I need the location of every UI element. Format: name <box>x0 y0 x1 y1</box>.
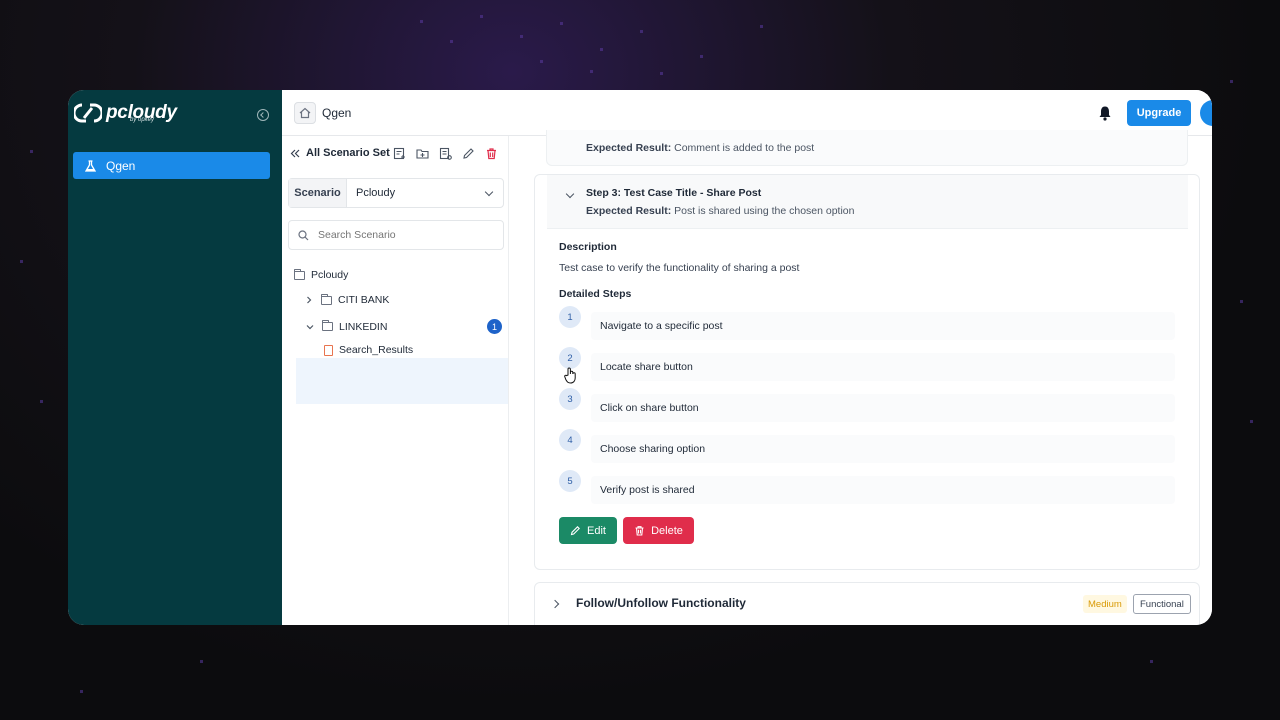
delete-button-label: Delete <box>651 524 683 537</box>
add-folder-button[interactable] <box>415 146 430 161</box>
detailed-step: 2 Locate share button <box>559 347 1175 383</box>
expected-label: Expected Result: <box>586 205 672 217</box>
count-badge: 1 <box>487 319 502 334</box>
search-scenario-box[interactable] <box>288 220 504 250</box>
folder-icon <box>322 320 333 331</box>
edit-button[interactable]: Edit <box>559 517 617 544</box>
tree-folder-linkedin[interactable]: LINKEDIN 1 <box>306 319 502 334</box>
priority-badge: Medium <box>1083 595 1127 613</box>
user-avatar[interactable] <box>1200 100 1212 126</box>
step-text: Verify post is shared <box>591 476 1175 504</box>
edit-scenario-button[interactable] <box>461 146 476 161</box>
step-text: Choose sharing option <box>591 435 1175 463</box>
test-case-title: Follow/Unfollow Functionality <box>576 596 746 610</box>
detailed-step: 3 Click on share button <box>559 388 1175 424</box>
nav-item-qgen[interactable]: Qgen <box>73 152 270 179</box>
detailed-steps-heading: Detailed Steps <box>559 288 632 300</box>
step-header[interactable]: Step 3: Test Case Title - Share Post Exp… <box>547 175 1188 229</box>
test-case-card[interactable]: Follow/Unfollow Functionality Medium Fun… <box>534 582 1200 625</box>
expected-value: Comment is added to the post <box>674 142 815 154</box>
description-text: Test case to verify the functionality of… <box>559 262 800 274</box>
chevron-down-icon <box>565 189 575 199</box>
brand-logo[interactable]: pcloudy <box>74 102 177 124</box>
chevron-right-icon <box>550 599 560 609</box>
chevron-down-icon <box>306 324 314 329</box>
nav-item-label: Qgen <box>106 158 136 173</box>
page-title: Qgen <box>322 106 352 120</box>
chevron-right-icon <box>307 296 312 304</box>
step-number: 2 <box>559 347 581 369</box>
tree-folder-citi-bank[interactable]: CITI BANK <box>306 293 390 306</box>
folder-icon <box>321 293 332 305</box>
tree-file-label: Search_Results <box>339 344 414 356</box>
left-nav: pcloudy by opkey Qgen <box>68 90 282 625</box>
tree-file-search-results[interactable]: Search_Results <box>324 344 413 356</box>
detailed-step: 5 Verify post is shared <box>559 470 1175 506</box>
trash-icon <box>487 148 496 160</box>
scenario-select-value[interactable]: Pcloudy <box>347 179 503 207</box>
settings-list-button[interactable] <box>438 146 453 161</box>
step-card: Step 3: Test Case Title - Share Post Exp… <box>534 174 1200 570</box>
scenario-set-title: All Scenario Set <box>306 147 390 159</box>
step-text: Navigate to a specific post <box>591 312 1175 340</box>
step-title: Step 3: Test Case Title - Share Post <box>586 187 762 199</box>
tree-selected-highlight <box>296 358 508 404</box>
home-icon <box>299 107 311 119</box>
detailed-step: 4 Choose sharing option <box>559 429 1175 465</box>
scenario-set-header: All Scenario Set <box>290 147 390 159</box>
step-expected-result: Expected Result: Post is shared using th… <box>586 205 855 217</box>
step-text: Click on share button <box>591 394 1175 422</box>
delete-button[interactable]: Delete <box>623 517 694 544</box>
tree-folder-label: LINKEDIN <box>339 320 388 333</box>
previous-expected-result: Expected Result: Comment is added to the… <box>586 142 814 154</box>
step-number: 4 <box>559 429 581 451</box>
previous-step-card[interactable]: Expected Result: Comment is added to the… <box>546 130 1188 166</box>
type-badge: Functional <box>1133 594 1191 614</box>
search-scenario-input[interactable] <box>318 229 488 241</box>
expected-value: Post is shared using the chosen option <box>674 205 855 217</box>
description-heading: Description <box>559 241 617 253</box>
upgrade-button[interactable]: Upgrade <box>1127 100 1191 126</box>
tree-root-label: Pcloudy <box>311 269 349 281</box>
detailed-step: 1 Navigate to a specific post <box>559 306 1175 342</box>
pencil-icon <box>463 148 474 159</box>
scenario-select[interactable]: Scenario Pcloudy <box>288 178 504 208</box>
folder-icon <box>294 268 305 280</box>
chevron-down-icon <box>484 187 494 197</box>
app-window: pcloudy by opkey Qgen Qgen Upgrade All S… <box>68 90 1212 625</box>
step-number: 3 <box>559 388 581 410</box>
tree-folder-label: CITI BANK <box>338 294 390 306</box>
flask-icon <box>85 159 96 172</box>
scenario-selected-text: Pcloudy <box>356 187 396 199</box>
scenario-panel: All Scenario Set Scenario Pcloudy Search… <box>282 136 509 625</box>
delete-scenario-button[interactable] <box>484 146 499 161</box>
add-file-icon <box>393 147 405 160</box>
hand-cursor-icon <box>564 367 576 384</box>
notification-bell-icon[interactable] <box>1098 105 1112 121</box>
trash-icon <box>635 526 644 536</box>
scenario-select-label: Scenario <box>289 179 347 207</box>
expected-label: Expected Result: <box>586 142 672 154</box>
step-text: Locate share button <box>591 353 1175 381</box>
add-folder-icon <box>416 149 429 159</box>
pcloudy-logo-icon <box>74 103 102 123</box>
step-number: 1 <box>559 306 581 328</box>
edit-button-label: Edit <box>587 524 606 537</box>
pencil-icon <box>570 526 580 536</box>
collapse-sidebar-icon[interactable] <box>257 109 269 121</box>
list-settings-icon <box>439 147 452 160</box>
scenario-toolbar <box>392 146 499 161</box>
double-chevron-left-icon[interactable] <box>290 149 300 158</box>
add-scenario-button[interactable] <box>392 146 407 161</box>
tree-root[interactable]: Pcloudy <box>294 268 349 281</box>
file-icon <box>324 344 333 356</box>
main-content: Expected Result: Comment is added to the… <box>510 130 1212 625</box>
brand-sub: by opkey <box>130 117 155 123</box>
home-button[interactable] <box>294 102 316 124</box>
step-number: 5 <box>559 470 581 492</box>
search-icon <box>298 229 309 240</box>
